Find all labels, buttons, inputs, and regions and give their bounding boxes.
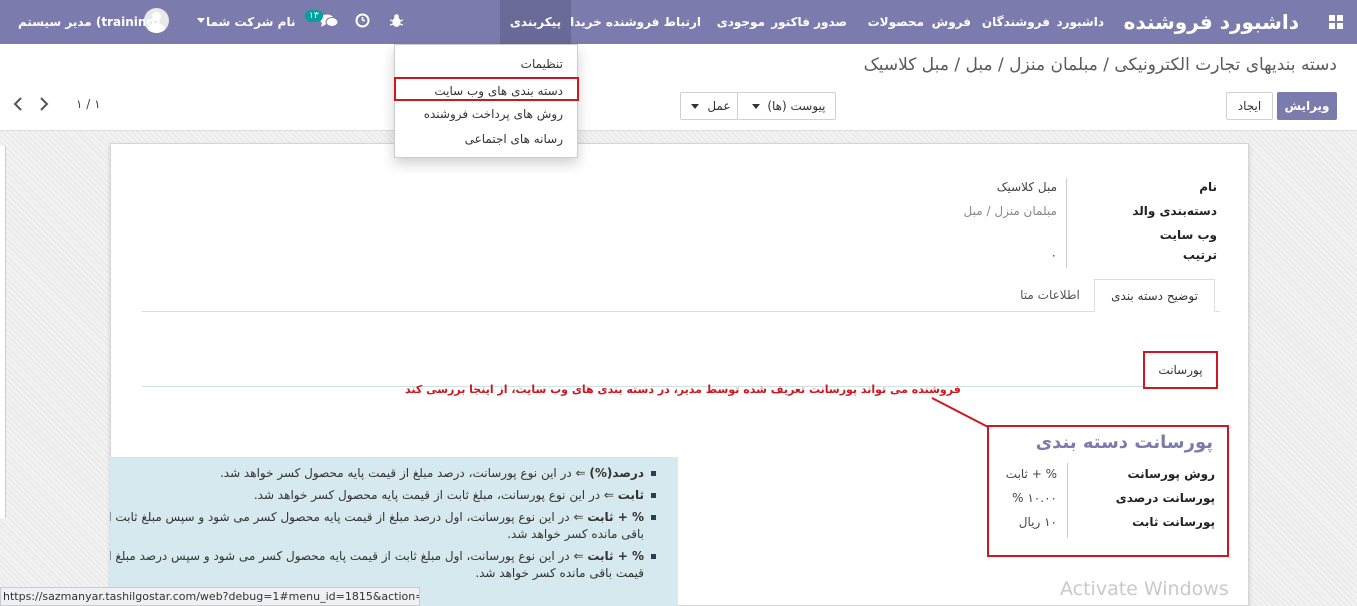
- attachments-caret-icon: [751, 104, 760, 109]
- top-navbar: داشبورد فروشنده داشبورد فروشندگان فروش م…: [0, 0, 1357, 44]
- menu-configuration[interactable]: پیکربندی: [500, 0, 571, 44]
- clock-icon[interactable]: [355, 13, 370, 28]
- pager-next-icon[interactable]: [39, 97, 49, 111]
- commission-method-label: روش پورسانت: [1127, 467, 1215, 481]
- tab-meta-info[interactable]: اطلاعات متا: [1005, 279, 1095, 312]
- commission-panel: پورسانت دسته بندی روش پورسانت % + ثابت پ…: [987, 425, 1229, 557]
- annotation-arrow: [931, 397, 991, 429]
- tab-category-description[interactable]: توضیح دسته بندی: [1094, 279, 1215, 312]
- create-button[interactable]: ایجاد: [1226, 92, 1273, 120]
- apps-grid-icon[interactable]: [1329, 15, 1343, 29]
- menu-invoicing[interactable]: صدور فاکتور: [771, 0, 847, 44]
- action-label: عمل: [707, 99, 731, 113]
- dropdown-item-website-categories[interactable]: دسته بندی های وب سایت: [394, 77, 579, 101]
- company-switcher[interactable]: نام شرکت شما: [206, 0, 295, 44]
- action-dropdown[interactable]: عمل: [680, 92, 738, 120]
- help-item: درصد(%) ⇐ در این نوع پورسانت، درصد مبلغ …: [110, 465, 658, 482]
- parent-category-value[interactable]: مبلمان منزل / مبل: [964, 204, 1057, 218]
- messages-badge: ۱۳: [305, 10, 323, 22]
- field-separator: [1066, 178, 1067, 268]
- browser-status-url: https://sazmanyar.tashilgostar.com/web?d…: [0, 587, 420, 606]
- commission-method-value: % + ثابت: [1005, 467, 1057, 481]
- sequence-label: ترتیب: [1182, 248, 1217, 262]
- app-title[interactable]: داشبورد فروشنده: [1124, 0, 1299, 44]
- breadcrumb: دسته بندیهای تجارت الکترونیکی / مبلمان م…: [863, 55, 1337, 75]
- help-item: ثابت ⇐ در این نوع پورسانت، مبلغ ثابت از …: [110, 487, 658, 504]
- menu-products[interactable]: محصولات: [868, 0, 924, 44]
- attachments-label: پیوست (ها): [767, 99, 826, 113]
- website-label: وب سایت: [1159, 228, 1217, 242]
- action-caret-icon: [691, 104, 700, 109]
- dropdown-item-settings[interactable]: تنظیمات: [395, 52, 577, 76]
- help-item: % + ثابت ⇐ در این نوع پورسانت، اول درصد …: [110, 509, 658, 543]
- dropdown-item-vendor-payment-methods[interactable]: روش های پرداخت فروشنده: [395, 102, 577, 126]
- pager-value[interactable]: ۱ / ۱: [76, 97, 101, 111]
- edit-button[interactable]: ویرایش: [1277, 92, 1337, 120]
- menu-sales[interactable]: فروش: [932, 0, 971, 44]
- commission-help-box: درصد(%) ⇐ در این نوع پورسانت، درصد مبلغ …: [110, 457, 678, 606]
- fixed-commission-value: ۱۰ ریال: [1018, 515, 1057, 529]
- configuration-dropdown: تنظیمات دسته بندی های وب سایت روش های پر…: [394, 44, 579, 158]
- left-panel-edge: [0, 146, 6, 518]
- commission-panel-title: پورسانت دسته بندی: [1035, 432, 1213, 453]
- parent-category-label: دسته‌بندی والد: [1132, 204, 1217, 218]
- commission-button[interactable]: پورسانت: [1143, 351, 1218, 389]
- company-name: نام شرکت شما: [206, 15, 296, 29]
- menu-dashboard[interactable]: داشبورد: [1056, 0, 1104, 44]
- annotation-note: فروشنده می تواند پورسانت تعریف شده توسط …: [405, 383, 961, 396]
- chat-icon[interactable]: [320, 14, 338, 28]
- company-caret-icon: [197, 18, 205, 23]
- percent-commission-label: پورسانت درصدی: [1115, 491, 1215, 505]
- percent-commission-value: ۱۰.۰۰ %: [1012, 491, 1057, 505]
- attachments-dropdown[interactable]: پیوست (ها): [737, 92, 836, 120]
- fixed-commission-label: پورسانت ثابت: [1132, 515, 1215, 529]
- name-value: مبل کلاسیک: [996, 180, 1057, 194]
- menu-vendors[interactable]: فروشندگان: [982, 0, 1050, 44]
- dropdown-item-social-media[interactable]: رسانه های اجتماعی: [395, 127, 577, 151]
- menu-vendor-buyer-communication[interactable]: ارتباط فروشنده خریدار: [563, 0, 701, 44]
- user-menu[interactable]: مدیر سیستم (training): [18, 0, 161, 44]
- help-item: % + ثابت ⇐ در این نوع پورسانت، اول مبلغ …: [110, 548, 658, 582]
- menu-inventory[interactable]: موجودی: [717, 0, 765, 44]
- pager-previous-icon[interactable]: [13, 97, 23, 111]
- name-label: نام: [1199, 180, 1217, 194]
- sequence-value: ۰: [1050, 248, 1057, 262]
- bug-icon[interactable]: [390, 13, 403, 28]
- commission-separator: [1067, 463, 1068, 538]
- activate-windows-watermark: Activate Windows: [1060, 578, 1229, 600]
